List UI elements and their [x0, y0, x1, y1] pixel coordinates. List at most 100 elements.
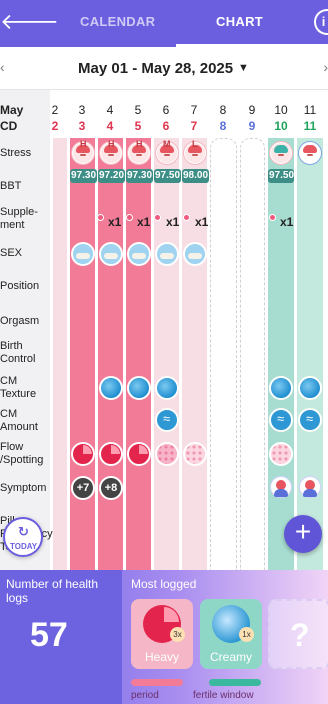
- cycle-day-number: 11: [303, 119, 317, 133]
- stress-face-icon[interactable]: M: [156, 139, 178, 164]
- cycle-day-label: CD: [0, 119, 18, 133]
- log-count-badge: 1x: [239, 627, 254, 642]
- stress-face-icon[interactable]: [299, 142, 321, 164]
- top-bar: 🡐 CALENDAR CHART i: [0, 0, 328, 47]
- day-number: 11: [303, 103, 317, 117]
- today-button[interactable]: ↻ TODAY: [3, 517, 43, 557]
- today-label: TODAY: [10, 542, 38, 551]
- row-label-cm-texture: CM Texture: [0, 375, 37, 400]
- cycle-day-number: 6: [162, 119, 170, 133]
- supplement-count[interactable]: x1: [166, 215, 179, 229]
- day-column[interactable]: [182, 138, 207, 570]
- sex-log-icon[interactable]: [99, 242, 123, 266]
- sex-log-icon[interactable]: [155, 242, 179, 266]
- card-label: Creamy: [209, 650, 252, 664]
- log-count-badge: 3x: [170, 627, 185, 642]
- row-label-birth-control: Birth Control: [0, 340, 36, 365]
- refresh-icon: ↻: [18, 524, 29, 539]
- day-number: 2: [51, 103, 59, 117]
- bbt-value[interactable]: 98.00: [182, 169, 209, 183]
- health-logs-summary: Number of health logs 57: [0, 570, 122, 704]
- supplement-count[interactable]: x1: [137, 215, 150, 229]
- supplement-dot-icon: [97, 214, 104, 221]
- day-column[interactable]: [154, 138, 179, 570]
- health-logs-title: Number of health logs: [6, 577, 99, 605]
- cycle-day-number: 10: [274, 119, 288, 133]
- cycle-day-number: 7: [190, 119, 198, 133]
- spotting-icon[interactable]: [183, 442, 207, 466]
- question-mark-icon: ?: [290, 617, 310, 653]
- flow-heavy-icon[interactable]: [99, 442, 123, 466]
- day-column[interactable]: [53, 138, 67, 570]
- add-log-button[interactable]: +: [284, 515, 322, 553]
- day-column[interactable]: [98, 138, 123, 570]
- card-label: Heavy: [144, 650, 179, 664]
- row-label-bbt: BBT: [0, 180, 22, 192]
- spotting-icon[interactable]: [269, 442, 293, 466]
- chevron-right-icon[interactable]: ›: [323, 59, 328, 75]
- supplement-dot-icon: [154, 214, 161, 221]
- day-column[interactable]: [126, 138, 151, 570]
- bbt-value[interactable]: 97.50: [154, 169, 181, 183]
- row-label-sex: SEX: [0, 247, 23, 259]
- health-chart-grid[interactable]: May CD 2 3 4 5 6 7 8 9 10 11 2 3 4 5 6 7…: [0, 90, 328, 570]
- arrow-left-icon[interactable]: 🡐: [0, 8, 59, 36]
- tab-calendar[interactable]: CALENDAR: [80, 0, 155, 47]
- symptom-icon[interactable]: [299, 476, 321, 498]
- cm-texture-icon[interactable]: [298, 376, 322, 400]
- bbt-value[interactable]: 97.30: [126, 169, 153, 183]
- bbt-value[interactable]: 97.30: [70, 169, 97, 183]
- day-column[interactable]: [70, 138, 95, 570]
- supplement-count[interactable]: x1: [280, 215, 293, 229]
- sex-log-icon[interactable]: [127, 242, 151, 266]
- most-logged-card-heavy[interactable]: 3x Heavy: [131, 599, 193, 669]
- day-column[interactable]: [210, 138, 237, 570]
- day-column[interactable]: [240, 138, 265, 570]
- most-logged-card-creamy[interactable]: 1x Creamy: [200, 599, 262, 669]
- cm-amount-icon[interactable]: [298, 408, 322, 432]
- cm-texture-icon[interactable]: [269, 376, 293, 400]
- cm-amount-icon[interactable]: [269, 408, 293, 432]
- stress-face-icon[interactable]: H: [128, 139, 150, 164]
- legend-fertile-swatch: [209, 679, 261, 686]
- most-logged-card-empty[interactable]: ?: [268, 599, 328, 669]
- symptom-count-badge[interactable]: +8: [99, 476, 123, 500]
- cycle-day-number: 5: [134, 119, 142, 133]
- symptom-count-badge[interactable]: +7: [71, 476, 95, 500]
- day-number: 3: [78, 103, 86, 117]
- row-label-column: [0, 90, 50, 570]
- day-column[interactable]: [268, 138, 294, 570]
- supplement-count[interactable]: x1: [195, 215, 208, 229]
- date-range-selector[interactable]: ‹ May 01 - May 28, 2025 ▼ ›: [0, 47, 328, 90]
- sex-log-icon[interactable]: [183, 242, 207, 266]
- spotting-icon[interactable]: [155, 442, 179, 466]
- sex-log-icon[interactable]: [71, 242, 95, 266]
- health-logs-count: 57: [30, 616, 68, 654]
- cm-amount-icon[interactable]: [155, 408, 179, 432]
- stress-face-icon[interactable]: H: [72, 139, 94, 164]
- bbt-value[interactable]: 97.20: [98, 169, 125, 183]
- supplement-count[interactable]: x1: [108, 215, 121, 229]
- summary-panel: Number of health logs 57 Most logged 3x …: [0, 570, 328, 704]
- tab-chart[interactable]: CHART: [176, 0, 326, 47]
- cycle-day-number: 9: [248, 119, 256, 133]
- cycle-day-number: 3: [78, 119, 86, 133]
- cm-texture-icon[interactable]: [99, 376, 123, 400]
- cm-texture-icon[interactable]: [155, 376, 179, 400]
- day-number: 6: [162, 103, 170, 117]
- day-column[interactable]: [297, 138, 323, 570]
- symptom-icon[interactable]: [270, 476, 292, 498]
- date-range-label[interactable]: May 01 - May 28, 2025: [78, 60, 233, 77]
- stress-face-icon[interactable]: [270, 142, 292, 164]
- row-label-symptom: Symptom: [0, 482, 47, 494]
- bbt-value[interactable]: 97.50: [268, 169, 294, 183]
- day-number: 4: [106, 103, 114, 117]
- flow-heavy-icon[interactable]: [127, 442, 151, 466]
- cm-texture-icon[interactable]: [127, 376, 151, 400]
- flow-heavy-icon[interactable]: [71, 442, 95, 466]
- row-label-cm-amount: CM Amount: [0, 408, 38, 433]
- chevron-left-icon[interactable]: ‹: [0, 59, 5, 75]
- caret-down-icon[interactable]: ▼: [238, 62, 249, 74]
- stress-face-icon[interactable]: H: [100, 139, 122, 164]
- stress-face-icon[interactable]: L: [184, 139, 206, 164]
